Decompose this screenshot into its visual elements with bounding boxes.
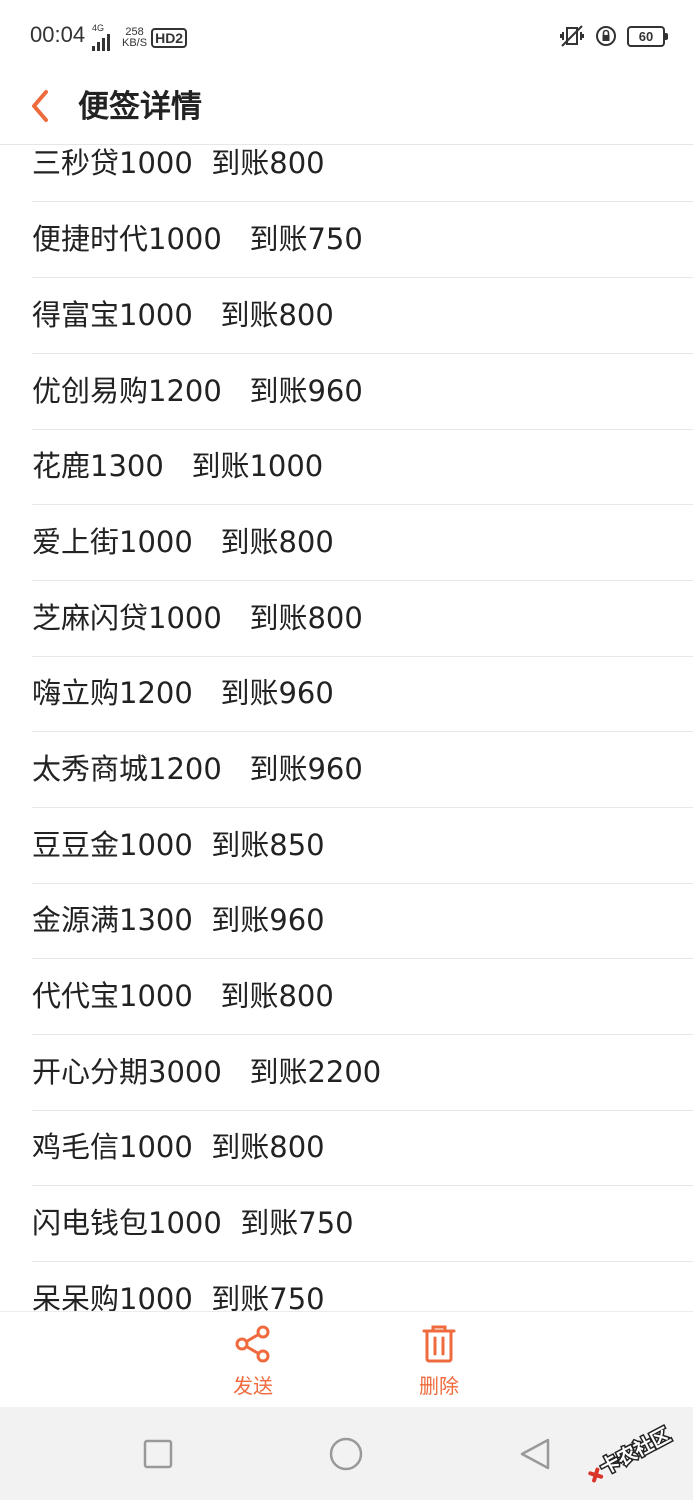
note-line: 花鹿1300 到账1000 (32, 429, 693, 505)
note-line: 太秀商城1200 到账960 (32, 732, 693, 808)
watermark-logo: 卡农社区 (575, 1410, 685, 1490)
system-back-button[interactable] (518, 1437, 552, 1475)
note-line: 开心分期3000 到账2200 (32, 1035, 693, 1111)
square-icon (143, 1439, 173, 1469)
note-line: 鸡毛信1000 到账800 (32, 1110, 693, 1186)
app-header: 便签详情 (0, 70, 693, 145)
back-button[interactable] (26, 84, 56, 128)
hd-badge: HD2 (151, 27, 188, 48)
network-indicators: 4G 258 KB/S HD2 (92, 23, 188, 51)
note-line: 闪电钱包1000 到账750 (32, 1186, 693, 1262)
note-line: 三秒贷1000 到账800 (32, 144, 693, 202)
triangle-back-icon (520, 1438, 550, 1470)
status-time: 00:04 (30, 22, 86, 47)
note-line: 芝麻闪贷1000 到账800 (32, 581, 693, 657)
chevron-left-icon (32, 90, 48, 122)
status-bar: 00:04 4G 258 KB/S HD2 60 (0, 0, 693, 70)
note-line: 嗨立购1200 到账960 (32, 656, 693, 732)
svg-text:卡农社区: 卡农社区 (596, 1423, 674, 1479)
network-speed-unit: KB/S (122, 36, 148, 49)
note-line: 呆呆购1000 到账750 (32, 1282, 325, 1311)
note-line: 便捷时代1000 到账750 (32, 202, 693, 278)
page-title: 便签详情 (78, 89, 202, 125)
signal-icon (92, 33, 110, 51)
note-line: 金源满1300 到账960 (32, 883, 693, 959)
action-bar: 发送 删除 (0, 1311, 693, 1408)
send-button[interactable]: 发送 (213, 1324, 293, 1399)
network-speed-value: 258 (125, 25, 144, 38)
share-icon (235, 1325, 270, 1363)
vibrate-off-icon (560, 25, 584, 47)
recent-apps-button[interactable] (143, 1439, 173, 1473)
delete-button[interactable]: 删除 (399, 1324, 479, 1399)
battery-icon: 60 (627, 25, 668, 47)
trash-icon (422, 1325, 456, 1363)
watermark-logo-icon: 卡农社区 (588, 1422, 676, 1483)
send-label: 发送 (233, 1374, 273, 1398)
note-line: 优创易购1200 到账960 (32, 354, 693, 430)
circle-icon (329, 1437, 363, 1471)
note-line: 爱上街1000 到账800 (32, 505, 693, 581)
delete-label: 删除 (419, 1374, 459, 1398)
note-content[interactable]: 三秒贷1000 到账800 便捷时代1000 到账750 得富宝1000 到账8… (0, 144, 693, 1311)
note-line: 豆豆金1000 到账850 (32, 808, 693, 884)
note-line: 代代宝1000 到账800 (32, 959, 693, 1035)
note-line: 得富宝1000 到账800 (32, 278, 693, 354)
rotation-lock-icon (596, 26, 616, 46)
home-button[interactable] (328, 1436, 364, 1476)
status-right: 60 (559, 24, 668, 48)
network-type: 4G (92, 23, 105, 33)
